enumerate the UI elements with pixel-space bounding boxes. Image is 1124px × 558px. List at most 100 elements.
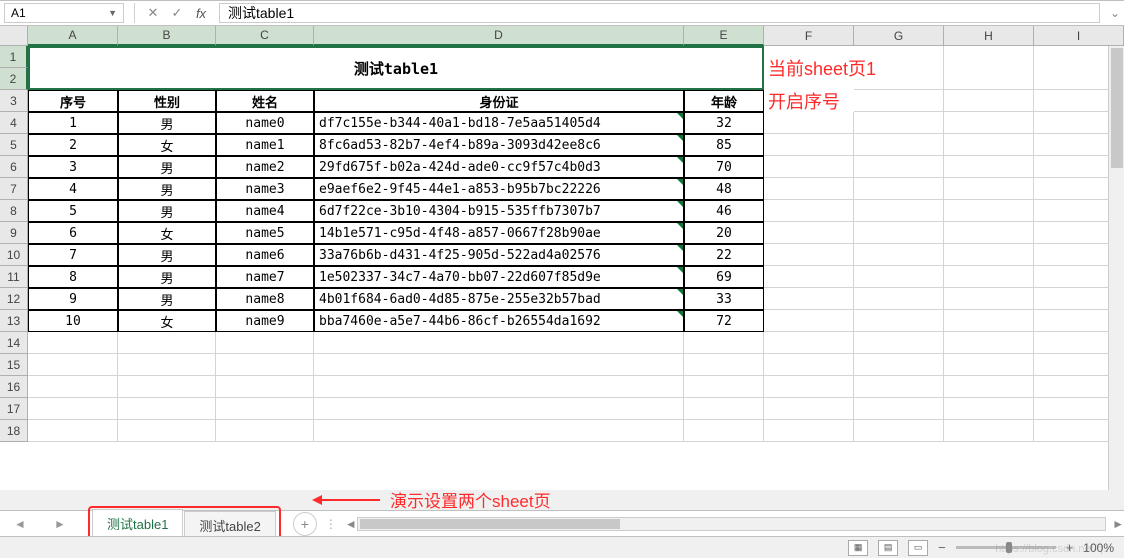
cell[interactable]: 女: [118, 134, 216, 156]
cell[interactable]: [314, 376, 684, 398]
cell[interactable]: 男: [118, 200, 216, 222]
cell[interactable]: [944, 46, 1034, 90]
row-header[interactable]: 7: [0, 178, 28, 200]
column-header[interactable]: H: [944, 26, 1034, 46]
cell[interactable]: [764, 244, 854, 266]
cell[interactable]: 当前sheet页1: [764, 46, 854, 90]
row-header[interactable]: 14: [0, 332, 28, 354]
cell[interactable]: [854, 376, 944, 398]
column-header[interactable]: D: [314, 26, 684, 46]
cell[interactable]: 2: [28, 134, 118, 156]
cell[interactable]: 7: [28, 244, 118, 266]
cell[interactable]: name4: [216, 200, 314, 222]
cell[interactable]: 年龄: [684, 90, 764, 112]
cell[interactable]: [854, 420, 944, 442]
cell[interactable]: 男: [118, 178, 216, 200]
cell[interactable]: [118, 420, 216, 442]
cell[interactable]: [684, 354, 764, 376]
row-header[interactable]: 5: [0, 134, 28, 156]
cell[interactable]: [764, 420, 854, 442]
cell[interactable]: 女: [118, 222, 216, 244]
cell[interactable]: [764, 266, 854, 288]
row-header[interactable]: 17: [0, 398, 28, 420]
sheet-tab[interactable]: 测试table2: [184, 511, 275, 539]
cell[interactable]: [764, 112, 854, 134]
cell[interactable]: [854, 156, 944, 178]
cell[interactable]: [764, 354, 854, 376]
cell[interactable]: 身份证: [314, 90, 684, 112]
chevron-down-icon[interactable]: ▼: [108, 8, 117, 18]
cell[interactable]: 32: [684, 112, 764, 134]
cell[interactable]: [684, 376, 764, 398]
cell[interactable]: [854, 134, 944, 156]
cell[interactable]: [944, 266, 1034, 288]
cell[interactable]: [944, 244, 1034, 266]
scrollbar-thumb[interactable]: [360, 519, 620, 529]
cell[interactable]: [764, 222, 854, 244]
cell[interactable]: 6: [28, 222, 118, 244]
cell[interactable]: [216, 332, 314, 354]
cell[interactable]: [944, 134, 1034, 156]
cell[interactable]: 22: [684, 244, 764, 266]
cell[interactable]: [314, 420, 684, 442]
cell[interactable]: [944, 288, 1034, 310]
cell[interactable]: [944, 420, 1034, 442]
accept-icon[interactable]: ✓: [165, 5, 189, 21]
cell[interactable]: [118, 398, 216, 420]
row-header[interactable]: 13: [0, 310, 28, 332]
row-header[interactable]: 3: [0, 90, 28, 112]
cell[interactable]: name2: [216, 156, 314, 178]
view-pagebreak-icon[interactable]: ▭: [908, 540, 928, 556]
cell[interactable]: 4: [28, 178, 118, 200]
hscroll-left-icon[interactable]: ◄: [345, 517, 357, 531]
cell[interactable]: 29fd675f-b02a-424d-ade0-cc9f57c4b0d3: [314, 156, 684, 178]
cell[interactable]: 9: [28, 288, 118, 310]
cell[interactable]: [944, 156, 1034, 178]
cell[interactable]: [764, 398, 854, 420]
cell[interactable]: 序号: [28, 90, 118, 112]
cell[interactable]: [684, 420, 764, 442]
cell[interactable]: [944, 354, 1034, 376]
cell[interactable]: name9: [216, 310, 314, 332]
row-header[interactable]: 2: [0, 68, 28, 90]
nav-first-icon[interactable]: ◄: [14, 517, 26, 531]
cell[interactable]: [684, 398, 764, 420]
row-header[interactable]: 15: [0, 354, 28, 376]
row-header[interactable]: 8: [0, 200, 28, 222]
cell[interactable]: 20: [684, 222, 764, 244]
cell[interactable]: [854, 310, 944, 332]
cell[interactable]: [854, 266, 944, 288]
cell[interactable]: [764, 310, 854, 332]
cell[interactable]: [28, 398, 118, 420]
cell[interactable]: name7: [216, 266, 314, 288]
cell[interactable]: 14b1e571-c95d-4f48-a857-0667f28b90ae: [314, 222, 684, 244]
cell[interactable]: [216, 420, 314, 442]
cell[interactable]: [944, 310, 1034, 332]
cell[interactable]: [764, 376, 854, 398]
cell[interactable]: [854, 398, 944, 420]
merged-title-cell[interactable]: 测试table1: [28, 46, 764, 90]
cell[interactable]: 男: [118, 244, 216, 266]
add-sheet-button[interactable]: +: [293, 512, 317, 536]
cell[interactable]: 男: [118, 112, 216, 134]
column-header[interactable]: I: [1034, 26, 1124, 46]
cell[interactable]: [944, 112, 1034, 134]
cell[interactable]: 33a76b6b-d431-4f25-905d-522ad4a02576: [314, 244, 684, 266]
column-header[interactable]: G: [854, 26, 944, 46]
row-header[interactable]: 4: [0, 112, 28, 134]
name-box[interactable]: A1 ▼: [4, 3, 124, 23]
cell[interactable]: [118, 376, 216, 398]
cell[interactable]: [944, 200, 1034, 222]
cell[interactable]: name5: [216, 222, 314, 244]
cell[interactable]: 女: [118, 310, 216, 332]
cell[interactable]: [118, 332, 216, 354]
cell[interactable]: df7c155e-b344-40a1-bd18-7e5aa51405d4: [314, 112, 684, 134]
cell[interactable]: [854, 244, 944, 266]
cell[interactable]: [684, 332, 764, 354]
cell[interactable]: [314, 398, 684, 420]
row-header[interactable]: 11: [0, 266, 28, 288]
row-header[interactable]: 12: [0, 288, 28, 310]
cell[interactable]: [28, 332, 118, 354]
cell[interactable]: [854, 46, 944, 90]
vertical-scrollbar[interactable]: [1108, 46, 1124, 490]
